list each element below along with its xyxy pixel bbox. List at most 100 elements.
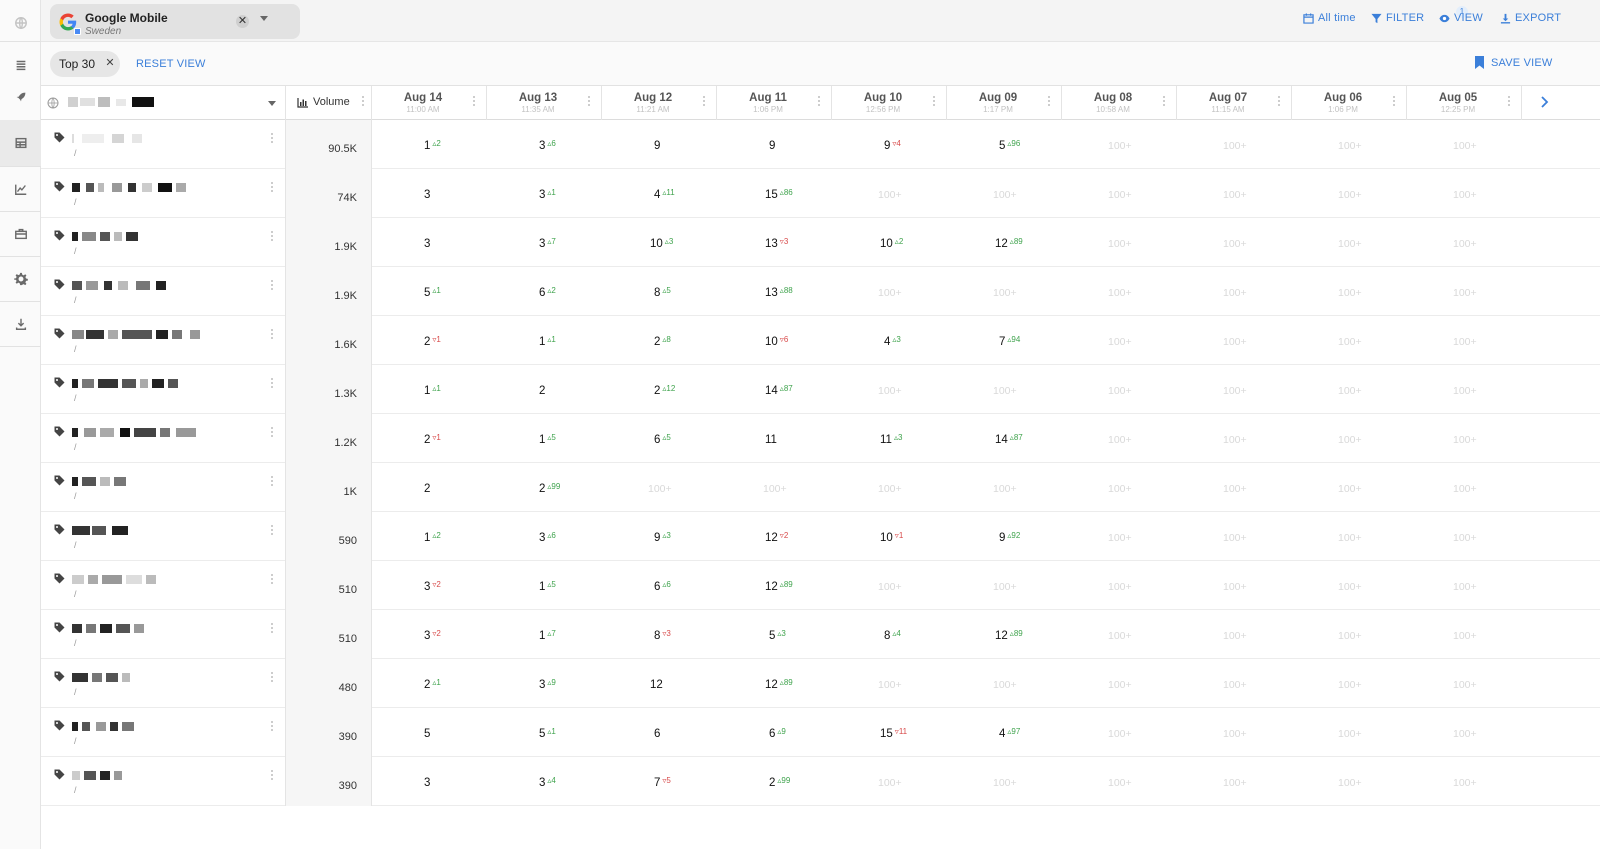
rank-cell[interactable]: 1 ▵1	[487, 316, 602, 365]
keyword-cell[interactable]: /	[41, 561, 286, 610]
rank-cell[interactable]: 100+	[1062, 316, 1177, 365]
rank-cell[interactable]: 100+	[1407, 218, 1522, 267]
column-menu-icon[interactable]	[1278, 96, 1281, 108]
table-row[interactable]: /74K 3 3 ▵1 4 ▵11 15 ▵86 100+ 100+ 100+ 100+ 100+ 100…	[41, 169, 1600, 218]
row-menu-icon[interactable]	[271, 182, 274, 194]
rank-cell[interactable]: 100+	[1062, 169, 1177, 218]
rank-cell[interactable]: 15 ▿11	[832, 708, 947, 757]
rank-cell[interactable]: 2 ▵8	[602, 316, 717, 365]
rank-cell[interactable]: 100+	[1407, 267, 1522, 316]
rank-cell[interactable]: 100+	[1062, 561, 1177, 610]
rank-cell[interactable]: 100+	[1407, 708, 1522, 757]
date-column-header[interactable]: Aug 14 11:00 AM	[372, 86, 487, 120]
rank-cell[interactable]: 100+	[1062, 463, 1177, 512]
rank-cell[interactable]: 100+	[1407, 610, 1522, 659]
rank-cell[interactable]: 9	[717, 120, 832, 169]
row-menu-icon[interactable]	[271, 525, 274, 537]
date-column-header[interactable]: Aug 10 12:56 PM	[832, 86, 947, 120]
keyword-column-header[interactable]	[41, 86, 286, 120]
rank-cell[interactable]: 12	[602, 659, 717, 708]
rank-cell[interactable]: 100+	[1407, 120, 1522, 169]
rank-cell[interactable]: 100+	[947, 365, 1062, 414]
close-icon[interactable]: ✕	[104, 57, 116, 69]
rank-cell[interactable]: 3 ▵1	[487, 169, 602, 218]
rank-cell[interactable]: 100+	[1292, 120, 1407, 169]
rank-cell[interactable]: 100+	[1407, 169, 1522, 218]
date-range-button[interactable]: All time	[1303, 12, 1356, 24]
column-menu-icon[interactable]	[1163, 96, 1166, 108]
rank-cell[interactable]: 6 ▵6	[602, 561, 717, 610]
chevron-down-icon[interactable]	[268, 101, 276, 106]
rank-cell[interactable]: 100+	[1062, 757, 1177, 806]
rank-cell[interactable]: 100+	[1177, 463, 1292, 512]
rank-cell[interactable]: 3	[372, 757, 487, 806]
rank-cell[interactable]: 1 ▵2	[372, 512, 487, 561]
rank-cell[interactable]: 5	[372, 708, 487, 757]
rank-cell[interactable]: 8 ▿3	[602, 610, 717, 659]
rank-cell[interactable]: 100+	[832, 659, 947, 708]
rank-cell[interactable]: 2 ▵12	[602, 365, 717, 414]
export-button[interactable]: EXPORT	[1500, 12, 1561, 24]
table-row[interactable]: /1.6K 2 ▿1 1 ▵1 2 ▵8 10 ▿6 4 ▵3 7 ▵94 100+ 100+ 100+ 100…	[41, 316, 1600, 365]
gear-icon[interactable]	[0, 256, 41, 302]
row-menu-icon[interactable]	[271, 378, 274, 390]
row-menu-icon[interactable]	[271, 133, 274, 145]
download-icon[interactable]	[0, 301, 41, 347]
row-menu-icon[interactable]	[271, 672, 274, 684]
keyword-cell[interactable]: /	[41, 365, 286, 414]
rank-cell[interactable]: 100+	[1407, 659, 1522, 708]
rank-cell[interactable]: 3 ▿2	[372, 561, 487, 610]
rank-cell[interactable]: 3	[372, 169, 487, 218]
rank-cell[interactable]: 4 ▵97	[947, 708, 1062, 757]
rank-cell[interactable]: 100+	[832, 365, 947, 414]
rank-cell[interactable]: 100+	[1062, 414, 1177, 463]
table-row[interactable]: /1K 2 2 ▵99 100+ 100+ 100+ 100+ 100+ 100+ 100+ 100+	[41, 463, 1600, 512]
rank-cell[interactable]: 100+	[1062, 708, 1177, 757]
table-row[interactable]: /480 2 ▵1 3 ▵9 12 12 ▵89 100+ 100+ 100+ 100+ 100+ 100…	[41, 659, 1600, 708]
rank-cell[interactable]: 12 ▵89	[717, 659, 832, 708]
row-menu-icon[interactable]	[271, 623, 274, 635]
row-menu-icon[interactable]	[271, 574, 274, 586]
rank-cell[interactable]: 100+	[1177, 267, 1292, 316]
rank-cell[interactable]: 100+	[832, 169, 947, 218]
reset-view-button[interactable]: RESET VIEW	[136, 58, 206, 70]
rank-cell[interactable]: 100+	[1177, 561, 1292, 610]
rank-cell[interactable]: 10 ▵2	[832, 218, 947, 267]
rank-cell[interactable]: 3	[372, 218, 487, 267]
rank-cell[interactable]: 100+	[947, 267, 1062, 316]
rank-cell[interactable]: 100+	[947, 561, 1062, 610]
rank-cell[interactable]: 100+	[1177, 708, 1292, 757]
rank-cell[interactable]: 100+	[947, 169, 1062, 218]
rank-cell[interactable]: 100+	[1062, 218, 1177, 267]
rank-cell[interactable]: 2	[372, 463, 487, 512]
rank-cell[interactable]: 100+	[1292, 365, 1407, 414]
keyword-cell[interactable]: /	[41, 463, 286, 512]
rank-cell[interactable]: 100+	[1407, 365, 1522, 414]
rank-cell[interactable]: 10 ▵3	[602, 218, 717, 267]
rank-cell[interactable]: 12 ▵89	[717, 561, 832, 610]
rank-cell[interactable]: 2	[487, 365, 602, 414]
rank-cell[interactable]: 100+	[1177, 218, 1292, 267]
rank-cell[interactable]: 100+	[1177, 414, 1292, 463]
column-menu-icon[interactable]	[1048, 96, 1051, 108]
rank-cell[interactable]: 11	[717, 414, 832, 463]
rank-cell[interactable]: 100+	[1177, 365, 1292, 414]
rank-cell[interactable]: 100+	[1177, 512, 1292, 561]
rank-cell[interactable]: 100+	[1177, 316, 1292, 365]
table-row[interactable]: /510 3 ▿2 1 ▵7 8 ▿3 5 ▵3 8 ▵4 12 ▵89 100+ 100+ 100+ 100+	[41, 610, 1600, 659]
date-column-header[interactable]: Aug 08 10:58 AM	[1062, 86, 1177, 120]
column-menu-icon[interactable]	[1393, 96, 1396, 108]
rank-cell[interactable]: 100+	[1292, 218, 1407, 267]
table-row[interactable]: /390 3 3 ▵4 7 ▿5 2 ▵99 100+ 100+ 100+ 100+ 100+ 100+	[41, 757, 1600, 806]
rank-cell[interactable]: 100+	[1292, 659, 1407, 708]
rank-cell[interactable]: 100+	[1292, 561, 1407, 610]
date-column-header[interactable]: Aug 06 1:06 PM	[1292, 86, 1407, 120]
rank-cell[interactable]: 12 ▵89	[947, 610, 1062, 659]
rank-cell[interactable]: 7 ▵94	[947, 316, 1062, 365]
keyword-cell[interactable]: /	[41, 512, 286, 561]
rank-cell[interactable]: 3 ▵6	[487, 120, 602, 169]
rank-cell[interactable]: 3 ▵9	[487, 659, 602, 708]
table-row[interactable]: /1.2K 2 ▿1 1 ▵5 6 ▵5 11 11 ▵3 14 ▵87 100+ 100+ 100+ 100…	[41, 414, 1600, 463]
rank-cell[interactable]: 6 ▵5	[602, 414, 717, 463]
rank-cell[interactable]: 4 ▵11	[602, 169, 717, 218]
